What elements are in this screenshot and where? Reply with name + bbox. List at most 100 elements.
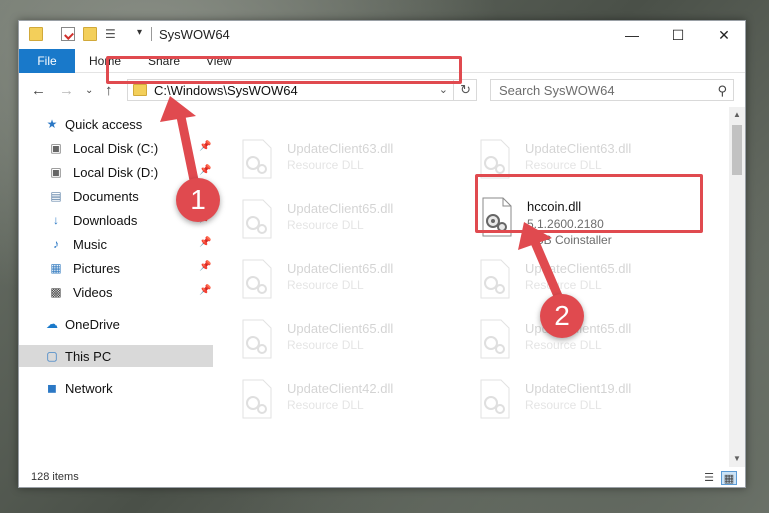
arrow-up-icon: ↑	[105, 82, 113, 99]
nav-item-label: OneDrive	[65, 317, 120, 332]
list-item[interactable]: UpdateClient65.dll Resource DLL	[479, 257, 709, 307]
music-icon: ♪	[53, 237, 59, 251]
arrow-left-icon: ←	[31, 82, 46, 99]
item-count: 128 items	[31, 471, 79, 483]
details-view-icon[interactable]: ☰	[701, 471, 717, 485]
status-bar: 128 items ☰ ▦	[19, 467, 745, 487]
close-icon: ✕	[718, 27, 730, 43]
pin-icon: 📌	[199, 285, 212, 296]
file-description: Resource DLL	[525, 398, 602, 412]
drive-icon: ▣	[50, 141, 62, 155]
arrow-right-icon: →	[59, 82, 74, 99]
nav-item-label: This PC	[65, 349, 112, 364]
file-name: UpdateClient65.dll	[525, 261, 632, 276]
refresh-icon[interactable]: ↻	[460, 82, 471, 98]
nav-item-network[interactable]: ◼ Network	[19, 377, 213, 399]
nav-item-label: Videos	[73, 285, 113, 300]
title-separator	[151, 27, 152, 41]
dll-file-icon	[480, 319, 510, 359]
file-description: Resource DLL	[287, 218, 364, 232]
computer-icon: ▢	[46, 349, 58, 363]
file-description: Resource DLL	[287, 158, 364, 172]
file-description: Resource DLL	[525, 338, 602, 352]
dll-file-icon	[242, 319, 272, 359]
annotation-badge-1: 1	[176, 178, 220, 222]
navigation-pane: ★ Quick access ▣ Local Disk (C:) 📌 ▣ Loc…	[19, 107, 213, 467]
nav-item-pictures[interactable]: ▦ Pictures 📌	[19, 257, 213, 279]
back-button[interactable]: ←	[31, 82, 46, 99]
view-options-icon[interactable]: ☰	[105, 27, 119, 41]
maximize-button[interactable]: ☐	[655, 21, 701, 49]
scroll-thumb[interactable]	[732, 125, 742, 175]
pin-icon: 📌	[199, 261, 212, 272]
dll-file-icon	[242, 379, 272, 419]
search-input[interactable]: Search SysWOW64	[499, 83, 615, 98]
file-name: UpdateClient65.dll	[287, 261, 394, 276]
address-highlight-box	[106, 56, 462, 84]
tab-file[interactable]: File	[19, 49, 75, 73]
file-name: UpdateClient19.dll	[525, 381, 632, 396]
list-item[interactable]: UpdateClient65.dll Resource DLL	[241, 317, 471, 367]
file-description: Resource DLL	[287, 278, 364, 292]
file-description: Resource DLL	[525, 278, 602, 292]
address-path[interactable]: C:\Windows\SysWOW64	[154, 83, 298, 98]
list-item[interactable]: UpdateClient65.dll Resource DLL	[479, 317, 709, 367]
dll-file-icon	[480, 379, 510, 419]
dll-file-icon	[242, 139, 272, 179]
file-description: Resource DLL	[525, 158, 602, 172]
file-name: UpdateClient65.dll	[287, 321, 394, 336]
documents-icon: ▤	[50, 189, 62, 203]
nav-item-quick-access[interactable]: ★ Quick access	[19, 113, 213, 135]
file-description: Resource DLL	[287, 338, 364, 352]
up-button[interactable]: ↑	[105, 82, 113, 99]
pictures-icon: ▦	[50, 261, 62, 275]
minimize-button[interactable]: —	[609, 21, 655, 49]
close-button[interactable]: ✕	[701, 21, 745, 49]
search-icon[interactable]: ⚲	[717, 83, 727, 99]
properties-icon[interactable]	[61, 27, 75, 41]
new-folder-icon[interactable]	[83, 27, 97, 41]
nav-item-label: Quick access	[65, 117, 143, 132]
videos-icon: ▩	[50, 285, 62, 299]
file-name: UpdateClient63.dll	[287, 141, 394, 156]
scroll-down-icon[interactable]: ▼	[729, 451, 745, 467]
chevron-down-icon: ⌄	[85, 85, 94, 96]
recent-locations-button[interactable]: ⌄	[85, 85, 93, 96]
nav-item-this-pc[interactable]: ▢ This PC	[19, 345, 213, 367]
drive-icon: ▣	[50, 165, 62, 179]
pin-icon: 📌	[199, 237, 212, 248]
cloud-icon: ☁	[46, 317, 58, 331]
nav-item-label: Music	[73, 237, 107, 252]
nav-item-music[interactable]: ♪ Music 📌	[19, 233, 213, 255]
list-item[interactable]: UpdateClient42.dll Resource DLL	[241, 377, 471, 427]
list-item[interactable]: UpdateClient65.dll Resource DLL	[241, 257, 471, 307]
list-item[interactable]: UpdateClient65.dll Resource DLL	[241, 197, 471, 247]
nav-item-label: Local Disk (D:)	[73, 165, 159, 180]
dll-file-icon	[480, 259, 510, 299]
nav-item-local-disk-c[interactable]: ▣ Local Disk (C:) 📌	[19, 137, 213, 159]
address-dropdown-icon[interactable]: ⌄	[439, 83, 448, 96]
search-box[interactable]: Search SysWOW64 ⚲	[490, 79, 734, 101]
explorer-window: ☰ ▾ SysWOW64 — ☐ ✕ File Home Share View …	[18, 20, 746, 488]
scroll-up-icon[interactable]: ▲	[729, 107, 745, 123]
quick-access-dropdown-icon[interactable]: ▾	[137, 27, 142, 38]
file-highlight-box	[475, 174, 703, 233]
list-item[interactable]: UpdateClient63.dll Resource DLL	[241, 137, 471, 187]
forward-button[interactable]: →	[59, 82, 74, 99]
dll-file-icon	[480, 139, 510, 179]
nav-item-videos[interactable]: ▩ Videos 📌	[19, 281, 213, 303]
nav-item-local-disk-d[interactable]: ▣ Local Disk (D:) 📌	[19, 161, 213, 183]
nav-item-label: Local Disk (C:)	[73, 141, 159, 156]
annotation-badge-2: 2	[540, 294, 584, 338]
dll-file-icon	[242, 259, 272, 299]
vertical-scrollbar[interactable]: ▲ ▼	[729, 107, 745, 467]
list-item[interactable]: UpdateClient19.dll Resource DLL	[479, 377, 709, 427]
nav-item-onedrive[interactable]: ☁ OneDrive	[19, 313, 213, 335]
nav-item-label: Network	[65, 381, 113, 396]
title-bar: ☰ ▾ SysWOW64 — ☐ ✕	[19, 21, 745, 49]
nav-item-label: Pictures	[73, 261, 120, 276]
file-description: USB Coinstaller	[527, 233, 612, 247]
star-icon: ★	[46, 117, 58, 131]
tiles-view-icon[interactable]: ▦	[721, 471, 737, 485]
minimize-icon: —	[625, 27, 639, 43]
